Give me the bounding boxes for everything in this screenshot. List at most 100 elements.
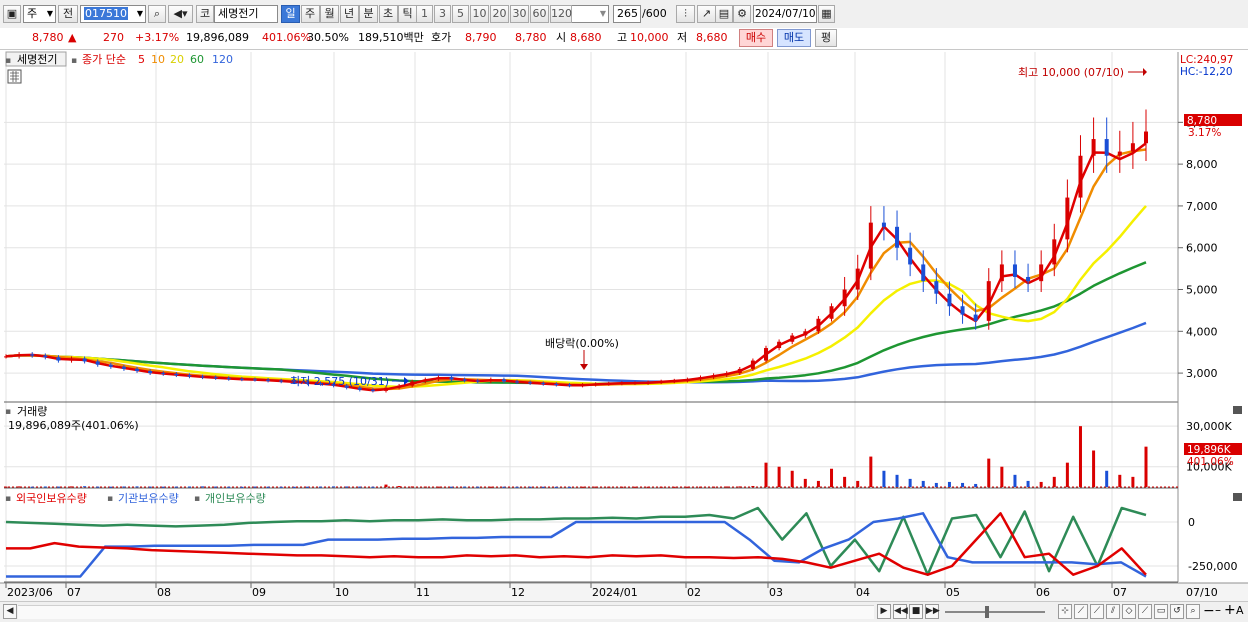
volume-bar [436, 486, 440, 488]
high-price: 10,000 [630, 31, 669, 44]
interval-tab-6[interactable]: 60 [530, 5, 549, 23]
stock-type-button[interactable]: 코 [196, 5, 214, 23]
candle-body [475, 380, 480, 382]
legend-close-label: 종가 단순 [82, 53, 126, 66]
volume-bar [895, 474, 899, 487]
stock-name-field[interactable]: 세명전기 [214, 5, 278, 23]
panel-close-icon[interactable] [1233, 493, 1242, 501]
draw-shape-icon[interactable]: ◇ [1122, 604, 1136, 619]
price-change: 270 [103, 31, 124, 44]
candle-body [999, 264, 1004, 282]
candle-body [986, 281, 991, 321]
candle-body [462, 379, 467, 381]
draw-fan-icon[interactable]: ⟋ [1138, 604, 1152, 619]
draw-channel-icon[interactable]: ⫽ [1106, 604, 1120, 619]
sound-icon[interactable]: ◀▾ [168, 5, 193, 23]
candle-body [790, 335, 795, 342]
x-axis-label: 09 [252, 586, 266, 599]
chart-area[interactable]: 9,0008,0007,0006,0005,0004,0003,000 ▪ 세명… [0, 50, 1248, 601]
zoom-slider[interactable] [945, 611, 1045, 613]
scroll-right-icon[interactable]: ▶ [877, 604, 891, 619]
period-tab-0[interactable]: 일 [281, 5, 300, 23]
interval-tab-3[interactable]: 10 [470, 5, 489, 23]
candle-body [501, 379, 506, 382]
sell-button[interactable]: 매도 [777, 29, 811, 47]
draw-line-icon[interactable]: ⟋ [1074, 604, 1088, 619]
print-icon[interactable]: ▭ [1154, 604, 1168, 619]
candle-body [528, 382, 533, 384]
volume-bar [240, 486, 244, 488]
candle-body [895, 226, 900, 248]
eval-button[interactable]: 평 [815, 29, 837, 47]
stock-code-input[interactable]: 017510 ▼ [80, 5, 146, 23]
open-label: 시 [556, 31, 567, 44]
volume-bar [987, 458, 991, 487]
period-tab-3[interactable]: 년 [339, 5, 359, 23]
zoom-in-icon[interactable]: + [1224, 602, 1236, 618]
period-tab-2[interactable]: 월 [320, 5, 339, 23]
interval-tab-2[interactable]: 5 [452, 5, 469, 23]
stop-icon[interactable]: ■ [909, 604, 923, 619]
candle-body [750, 360, 755, 369]
prev-button[interactable]: 전 [58, 5, 78, 23]
period-tab-5[interactable]: 초 [378, 5, 398, 23]
play-back-icon[interactable]: ◀◀ [893, 604, 908, 619]
draw-ray-icon[interactable]: ⟋ [1090, 604, 1104, 619]
hc-value: HC:-12,20 [1180, 66, 1233, 78]
buy-button[interactable]: 매수 [739, 29, 773, 47]
zoom-out-icon[interactable]: − [1203, 603, 1215, 619]
candle-body [1052, 239, 1057, 265]
period-tab-4[interactable]: 분 [359, 5, 378, 23]
interval-tab-5[interactable]: 30 [510, 5, 529, 23]
count-input[interactable]: 265 [613, 5, 641, 23]
price-tick-label: 4,000 [1186, 325, 1218, 338]
date-input[interactable]: 2024/07/10 [753, 5, 817, 23]
candle-body [226, 378, 231, 380]
volume-bar [227, 486, 231, 488]
price-tick-label: 8,000 [1186, 158, 1218, 171]
volume-bar [934, 482, 938, 487]
indicator-table-icon[interactable] [7, 69, 22, 84]
play-forward-icon[interactable]: ▶▶ [925, 604, 940, 619]
save-icon[interactable]: ▤ [715, 5, 733, 23]
x-axis-label: 05 [946, 586, 960, 599]
ask-price: 8,790 [465, 31, 497, 44]
volume-bar [463, 486, 467, 488]
panel-close-icon[interactable] [1233, 406, 1242, 414]
draw-tool-icon[interactable]: ↗ [697, 5, 716, 23]
interval-tab-7[interactable]: 120 [550, 5, 572, 23]
high-annotation: 최고 10,000 (07/10) [1018, 66, 1124, 79]
scroll-left-icon[interactable]: ◀ [3, 604, 17, 619]
legend-stock-name: 세명전기 [17, 53, 57, 66]
interval-custom-select[interactable]: ▼ [571, 5, 609, 23]
crosshair-icon[interactable]: ⊹ [1058, 604, 1072, 619]
volume-bar [371, 486, 375, 488]
market-type-select[interactable]: 주 ▼ [23, 5, 56, 23]
chart-menu-icon[interactable]: ▣ [3, 5, 21, 23]
font-size-icon[interactable]: A [1236, 604, 1244, 617]
search-icon[interactable]: ⌕ [148, 5, 166, 23]
reset-icon[interactable]: ↺ [1170, 604, 1184, 619]
candle-type-icon[interactable]: ⫶ [676, 5, 695, 23]
low-label: 저 [677, 31, 688, 44]
period-tab-1[interactable]: 주 [300, 5, 320, 23]
interval-tab-0[interactable]: 1 [416, 5, 433, 23]
volume-bar [161, 486, 165, 488]
candle-body [580, 384, 585, 386]
volume-bar [1065, 462, 1069, 487]
magnifier-icon[interactable]: ⌕ [1186, 604, 1200, 619]
zoom-slider-thumb[interactable] [985, 606, 989, 618]
gear-icon[interactable]: ⚙ [733, 5, 751, 23]
period-tab-6[interactable]: 틱 [398, 5, 417, 23]
candle-body [1065, 197, 1070, 240]
volume-bar [908, 478, 912, 487]
candle-body [449, 377, 454, 380]
scroll-track[interactable] [18, 605, 874, 619]
interval-tab-1[interactable]: 3 [434, 5, 451, 23]
interval-tab-4[interactable]: 20 [490, 5, 509, 23]
volume-bar [620, 486, 624, 488]
volume-bar [423, 486, 427, 488]
up-arrow-icon: ▲ [68, 31, 77, 44]
calendar-icon[interactable]: ▦ [818, 5, 835, 23]
x-axis-label: 08 [157, 586, 171, 599]
